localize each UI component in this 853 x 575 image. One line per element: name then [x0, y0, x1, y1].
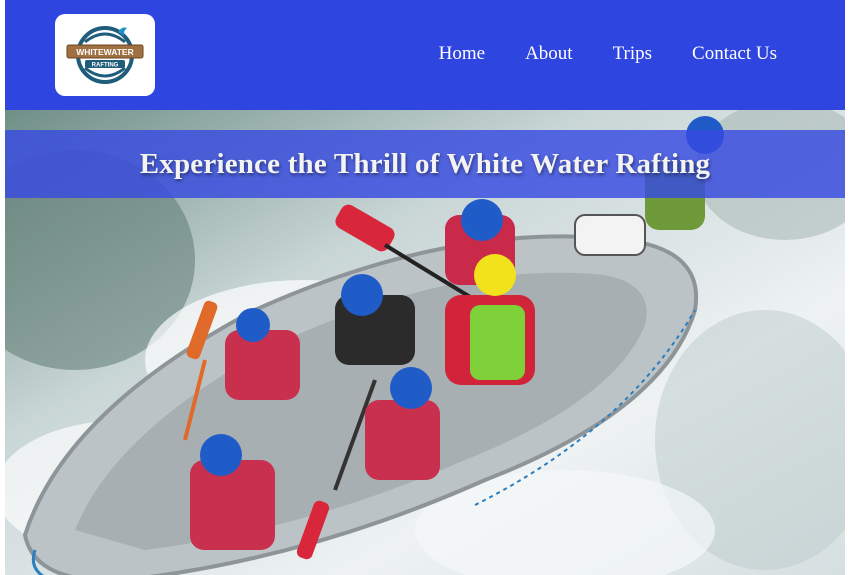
nav-home-link[interactable]: Home: [439, 43, 485, 65]
logo-emblem-icon: WHITEWATER RAFTING: [66, 26, 144, 84]
hero-section: Experience the Thrill of White Water Raf…: [5, 110, 845, 575]
nav-about-link[interactable]: About: [525, 43, 573, 65]
nav-trips-link[interactable]: Trips: [613, 43, 652, 65]
hero-banner: Experience the Thrill of White Water Raf…: [5, 130, 845, 198]
hero-title: Experience the Thrill of White Water Raf…: [139, 147, 711, 180]
logo[interactable]: WHITEWATER RAFTING: [55, 14, 155, 96]
nav-contact-link[interactable]: Contact Us: [692, 43, 777, 65]
logo-text-main: WHITEWATER: [76, 47, 133, 57]
page: WHITEWATER RAFTING Home About Trips Cont…: [5, 0, 845, 575]
logo-text-sub: RAFTING: [92, 63, 119, 69]
main-nav: Home About Trips Contact Us: [439, 43, 777, 65]
site-header: WHITEWATER RAFTING Home About Trips Cont…: [5, 0, 845, 110]
